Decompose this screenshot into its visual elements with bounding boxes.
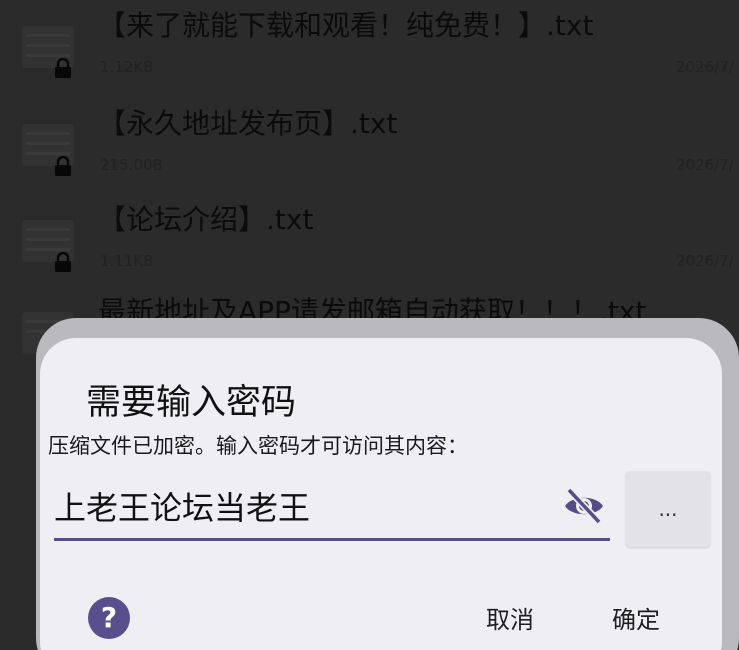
screen: 【来了就能下载和观看！纯免费！】.txt 1.12KB 2026/7/ 【永久地… [0, 0, 739, 650]
dialog-message: 压缩文件已加密。输入密码才可访问其内容： [48, 434, 468, 458]
help-icon[interactable]: ? [88, 597, 130, 639]
lock-icon [55, 252, 71, 272]
password-field [54, 478, 610, 541]
file-name: 【论坛介绍】.txt [98, 203, 314, 236]
password-input[interactable] [54, 478, 554, 534]
file-size: 1.11KB [100, 252, 154, 270]
cancel-button[interactable]: 取消 [480, 596, 540, 639]
file-name: 【来了就能下载和观看！纯免费！】.txt [98, 9, 594, 42]
file-size: 1.12KB [100, 58, 154, 76]
lock-icon [55, 156, 71, 176]
more-options-button[interactable]: ... [626, 471, 710, 547]
eye-off-icon[interactable] [562, 486, 606, 526]
file-size: 215.00B [100, 156, 163, 174]
password-underline [54, 538, 610, 541]
file-date: 2026/7/ [676, 252, 734, 270]
file-row[interactable]: 【永久地址发布页】.txt 215.00B 2026/7/ [0, 98, 739, 194]
file-name: 【永久地址发布页】.txt [98, 107, 398, 140]
file-date: 2026/7/ [676, 156, 734, 174]
file-row[interactable]: 【来了就能下载和观看！纯免费！】.txt 1.12KB 2026/7/ [0, 0, 739, 96]
file-date: 2026/7/ [676, 58, 734, 76]
dialog-title: 需要输入密码 [86, 383, 297, 423]
ok-button[interactable]: 确定 [606, 596, 666, 639]
password-dialog: 需要输入密码 压缩文件已加密。输入密码才可访问其内容： ... ? 取消 确定 [40, 338, 722, 650]
file-row[interactable]: 【论坛介绍】.txt 1.11KB 2026/7/ [0, 194, 739, 290]
lock-icon [55, 58, 71, 78]
